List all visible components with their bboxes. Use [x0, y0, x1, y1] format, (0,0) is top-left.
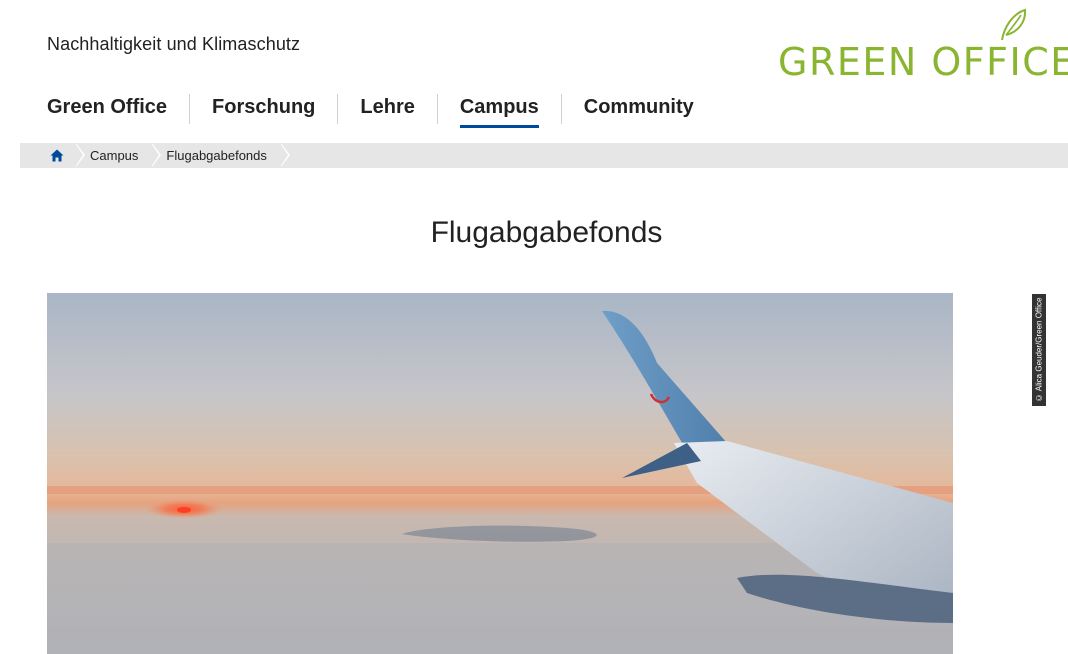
site-tagline[interactable]: Nachhaltigkeit und Klimaschutz [47, 34, 300, 55]
nav-separator [189, 94, 191, 124]
main-navigation: Green Office Forschung Lehre Campus Comm… [47, 94, 694, 128]
breadcrumb-item-campus[interactable]: Campus [76, 143, 162, 168]
hero-image-airplane-wing-sunset [47, 293, 953, 654]
nav-item-forschung[interactable]: Forschung [212, 94, 315, 125]
breadcrumb: Campus Flugabgabefonds [20, 143, 1068, 168]
nav-separator [436, 94, 438, 124]
green-office-logo[interactable]: GREEN OFFICE [772, 8, 1068, 88]
photo-credit: © Alica Geuder/Green Office [1032, 294, 1046, 406]
nav-separator [337, 94, 339, 124]
breadcrumb-item-current: Flugabgabefonds [152, 143, 291, 168]
page-title: Flugabgabefonds [430, 216, 663, 249]
nav-separator [560, 94, 562, 124]
leaf-icon [1001, 8, 1027, 41]
breadcrumb-home[interactable] [20, 143, 85, 168]
hero-image-svg [47, 293, 953, 654]
nav-item-lehre[interactable]: Lehre [360, 94, 414, 125]
logo-text: GREEN OFFICE [778, 40, 1068, 84]
nav-item-community[interactable]: Community [584, 94, 694, 125]
nav-item-green-office[interactable]: Green Office [47, 94, 167, 125]
nav-item-campus[interactable]: Campus [459, 94, 539, 128]
page: Nachhaltigkeit und Klimaschutz GREEN OFF… [0, 0, 1068, 654]
home-icon [50, 149, 64, 162]
